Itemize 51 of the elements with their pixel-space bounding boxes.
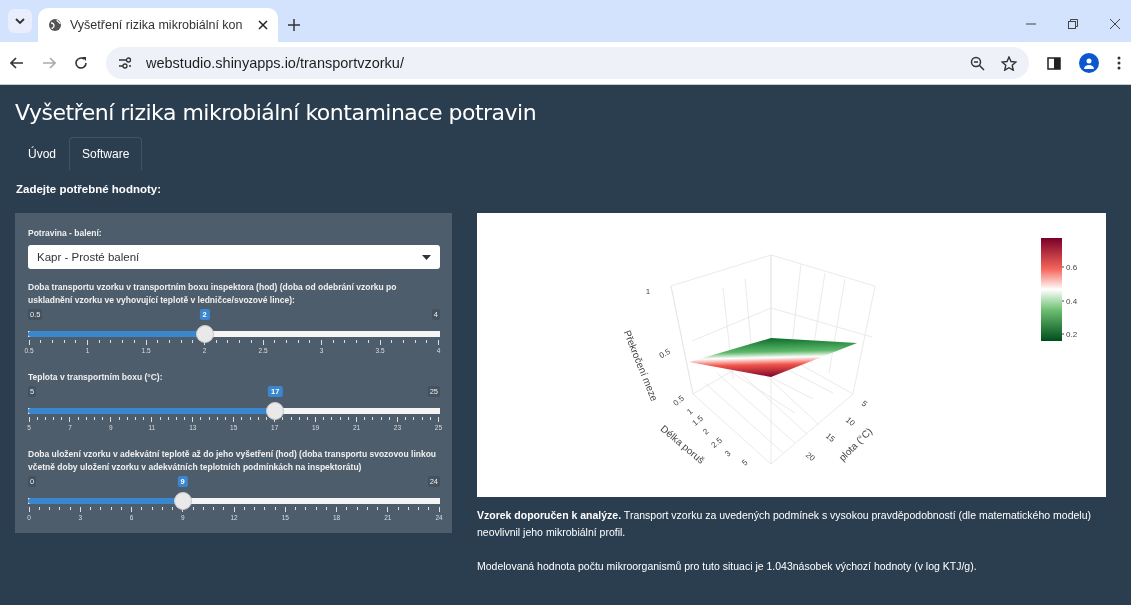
slider-label: Teplota v transportním boxu (°C): — [28, 371, 164, 384]
tick-label: 2.5 — [709, 435, 724, 450]
person-icon — [1083, 57, 1095, 69]
tick-label: 2 — [701, 426, 711, 437]
tick-label: 20 — [803, 450, 817, 463]
slider-handle[interactable] — [195, 325, 214, 343]
new-tab-icon[interactable] — [288, 19, 300, 31]
section-label: Zadejte potřebné hodnoty: — [15, 183, 163, 195]
slider-handle[interactable] — [173, 492, 192, 510]
side-panel-icon[interactable] — [1047, 56, 1061, 70]
nav-tab[interactable]: Úvod — [15, 137, 69, 171]
reload-icon[interactable] — [74, 56, 88, 70]
food-select[interactable]: Kapr - Prosté balení — [28, 245, 440, 269]
caret-icon — [422, 254, 431, 260]
globe-icon — [48, 18, 62, 32]
url-text: webstudio.shinyapps.io/transportvzorku/ — [146, 55, 404, 71]
slider-handle[interactable] — [266, 402, 285, 420]
colorbar-tick-label: 0.2 — [1066, 330, 1078, 339]
close-icon[interactable] — [258, 20, 268, 30]
site-settings-icon[interactable] — [118, 57, 132, 69]
tab-list-button[interactable] — [8, 9, 32, 33]
page-title: Vyšetření rizika mikrobiální kontaminace potravin — [15, 100, 538, 125]
tab-title: Vyšetření rizika mikrobiální kon — [70, 18, 244, 32]
slider-label: Doba transportu vzorku v transportním boxu inspektora (hod) (doba od odebrání vzorku po uskladnění vzorku ve vyhovující teplotě v ledničce/svozové lince): — [28, 281, 398, 307]
tick-label: 1 — [685, 406, 695, 417]
address-bar[interactable]: webstudio.shinyapps.io/transportvzorku/ — [106, 47, 1029, 79]
tick-label: 0.5 — [657, 347, 672, 361]
tick-label: 15 — [823, 431, 837, 444]
menu-icon[interactable] — [1117, 56, 1121, 70]
zoom-icon[interactable] — [970, 55, 985, 71]
nav-tab[interactable]: Software — [69, 137, 143, 171]
tick-label: 3 — [723, 448, 733, 459]
star-icon[interactable] — [1001, 55, 1017, 71]
chevron-down-icon — [15, 17, 25, 25]
result-text: Modelovaná hodnota počtu mikroorganismů pro tuto situaci je 1.043násobek výchozí hodnoty (v log KTJ/g). — [477, 559, 978, 574]
colorbar-tick-label: 0.6 — [1066, 263, 1078, 272]
back-arrow-icon[interactable] — [10, 57, 24, 69]
result-text: Vzorek doporučen k analýze. Transport vzorku za uvedených podmínek s vysokou pravděpodobností (dle matematického modelu) neovlivnil jeho mikrobiální profil. — [477, 508, 1092, 540]
colorbar-tick-label: 0.4 — [1066, 297, 1078, 306]
tick-label: 0.5 — [671, 393, 686, 408]
restore-icon[interactable] — [1067, 18, 1079, 30]
profile-avatar[interactable] — [1079, 53, 1099, 73]
tick-label: 5 — [859, 398, 869, 409]
select-value: Kapr - Prosté balení — [37, 251, 140, 263]
tick-label: 1 — [645, 287, 651, 297]
tick-label: 10 — [843, 415, 857, 428]
browser-tab[interactable]: Vyšetření rizika mikrobiální kon — [38, 8, 278, 42]
tick-label: 5 — [740, 457, 750, 468]
close-icon[interactable] — [1109, 18, 1121, 30]
field-label: Potravina - balení: — [28, 227, 103, 240]
slider-label: Doba uložení vzorku v adekvátní teplotě až do jeho vyšetření (hod) (doba transportu svozovou linkou včetně doby uložení vzorku v adekvátních teplotních podmínkách na inspektorátu) — [28, 448, 438, 474]
